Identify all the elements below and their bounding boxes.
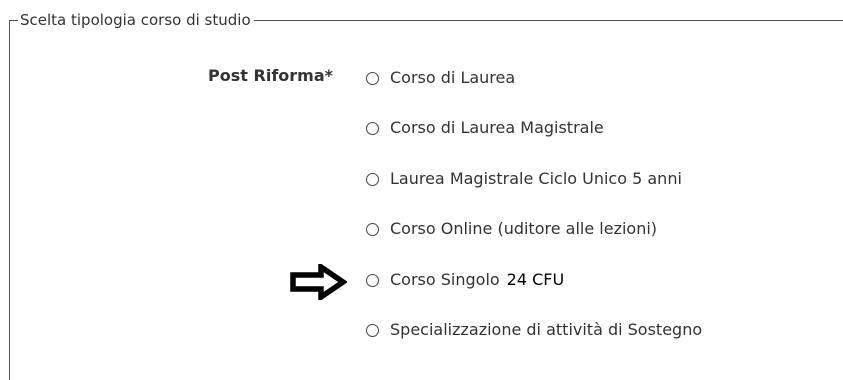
- radio-option-label: Laurea Magistrale Ciclo Unico 5 anni: [390, 169, 682, 188]
- radio-button[interactable]: [366, 71, 379, 85]
- radio-button[interactable]: [366, 273, 379, 287]
- radio-option-label: Specializzazione di attività di Sostegno: [390, 320, 703, 339]
- radio-option-label: Corso di Laurea Magistrale: [390, 118, 604, 137]
- radio-option-label: Corso di Laurea: [390, 68, 516, 87]
- radio-option-label: Corso Online (uditore alle lezioni): [390, 219, 658, 238]
- radio-option-corso-di-laurea[interactable]: Corso di Laurea: [366, 66, 515, 90]
- right-arrow-icon: [290, 264, 347, 300]
- radio-option-corso-online[interactable]: Corso Online (uditore alle lezioni): [366, 217, 657, 241]
- fieldset-legend: Scelta tipologia corso di studio: [18, 10, 254, 30]
- radio-button[interactable]: [366, 121, 379, 135]
- radio-button[interactable]: [366, 222, 379, 236]
- radio-option-label: Corso Singolo: [390, 270, 500, 289]
- radio-option-specializzazione-sostegno[interactable]: Specializzazione di attività di Sostegno: [366, 318, 702, 342]
- radio-option-corso-di-laurea-magistrale[interactable]: Corso di Laurea Magistrale: [366, 116, 604, 140]
- radio-button[interactable]: [366, 172, 379, 186]
- post-riforma-label: Post Riforma*: [208, 66, 333, 85]
- radio-button[interactable]: [366, 323, 379, 337]
- radio-option-extra-note: 24 CFU: [506, 270, 565, 289]
- radio-option-corso-singolo[interactable]: Corso Singolo 24 CFU: [366, 268, 564, 292]
- radio-option-laurea-magistrale-ciclo-unico[interactable]: Laurea Magistrale Ciclo Unico 5 anni: [366, 167, 682, 191]
